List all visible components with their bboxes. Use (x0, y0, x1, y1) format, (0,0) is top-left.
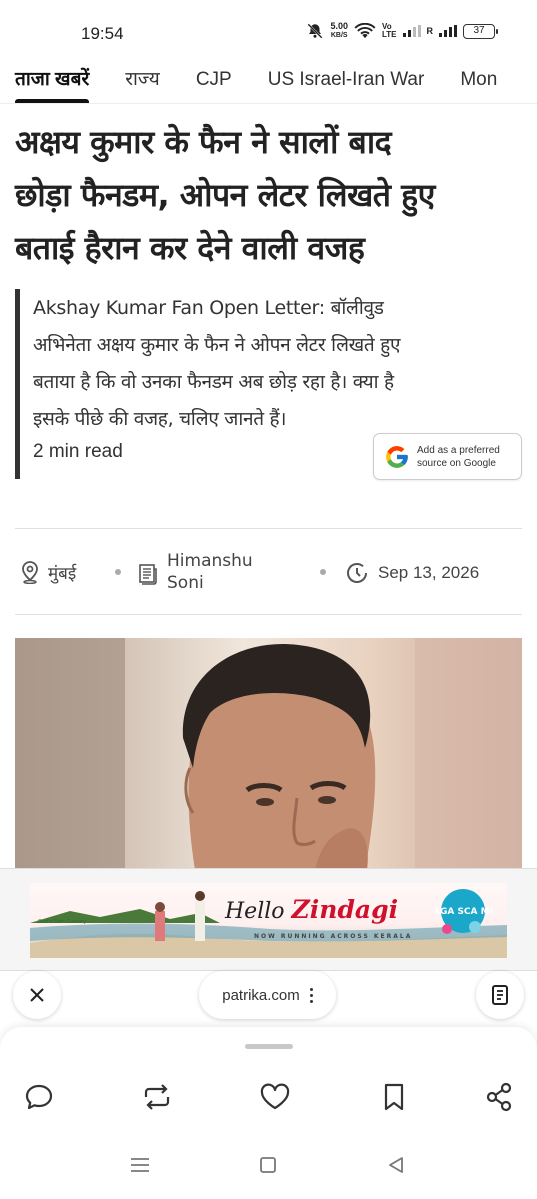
tab-rajya[interactable]: राज्य (125, 62, 160, 103)
recent-apps-button[interactable] (128, 1153, 152, 1177)
ad-badge-text: DAGA SCA MIN (435, 907, 493, 917)
tab-label: राज्य (125, 68, 160, 90)
ad-hello: Hello (225, 899, 292, 924)
tab-mon[interactable]: Mon (460, 62, 498, 103)
google-button-text: Add as a preferred source on Google (417, 444, 500, 470)
meta-location: मुंबई (20, 560, 76, 584)
repost-button[interactable] (139, 1079, 175, 1115)
bottom-action-sheet (0, 1027, 537, 1199)
net-speed-unit: KB/S (330, 32, 348, 39)
author-name: Himanshu Soni (167, 550, 253, 594)
tab-taza-khabren[interactable]: ताजा खबरें (15, 62, 90, 103)
divider (15, 614, 522, 615)
repost-icon (144, 1084, 170, 1110)
tab-label: US Israel-Iran War (267, 68, 425, 90)
google-button-line: Add as a preferred (417, 444, 500, 456)
article-meta: मुंबई Himanshu Soni Sep 13, 2026 (15, 548, 522, 598)
battery-icon: 37 (463, 23, 498, 39)
summary-line: Akshay Kumar Fan Open Letter: बॉलीवुड (33, 297, 384, 319)
actor-portrait-image (15, 638, 522, 870)
volte-indicator: Vo LTE (382, 23, 397, 39)
network-speed: 5.00 KB/S (330, 22, 348, 40)
advertisement-strip: God's Own Country Hello Zindagi NOW RUNN… (0, 868, 537, 971)
meta-separator-dot (320, 569, 326, 575)
newspaper-icon (139, 564, 157, 585)
category-nav: ताजा खबरें राज्य CJP US Israel-Iran War … (0, 62, 537, 104)
summary-text: Akshay Kumar Fan Open Letter: बॉलीवुड अभ… (33, 289, 522, 438)
signal-bars-2-icon (439, 25, 457, 37)
article-summary: Akshay Kumar Fan Open Letter: बॉलीवुड अभ… (15, 289, 522, 480)
volte-bottom: LTE (381, 30, 397, 39)
meta-author[interactable]: Himanshu Soni (137, 550, 253, 594)
headline-line: अक्षय कुमार के फैन ने सालों बाद (15, 123, 392, 161)
tab-label: Mon (460, 68, 498, 90)
kerala-tourism-ad[interactable]: God's Own Country Hello Zindagi NOW RUNN… (30, 883, 507, 958)
status-time: 19:54 (81, 24, 124, 43)
article-headline: अक्षय कुमार के फैन ने सालों बाद छोड़ा फै… (15, 116, 520, 275)
back-triangle-icon (389, 1157, 403, 1173)
roaming-indicator: R (426, 26, 434, 36)
google-button-line: source on Google (417, 457, 496, 469)
close-icon (30, 988, 44, 1002)
summary-line: बताया है कि वो उनका फैनडम अब छोड़ रहा है… (33, 371, 394, 393)
ad-subtitle: NOW RUNNING ACROSS KERALA (254, 933, 413, 940)
summary-line: अभिनेता अक्षय कुमार के फैन ने ओपन लेटर ल… (33, 334, 401, 356)
sheet-drag-handle[interactable] (245, 1044, 293, 1049)
read-time: 2 min read (33, 441, 123, 462)
tab-label: CJP (195, 68, 232, 90)
comment-icon (25, 1084, 53, 1110)
tab-label: ताजा खबरें (15, 68, 90, 90)
bookmark-button[interactable] (376, 1079, 412, 1115)
back-button[interactable] (384, 1153, 408, 1177)
headline-line: बताई हैरान कर देने वाली वजह (15, 229, 365, 267)
bookmark-icon (384, 1083, 404, 1111)
headline-line: छोड़ा फैनडम, ओपन लेटर लिखते हुए (15, 176, 435, 214)
ad-title-main: Zindagi (291, 895, 399, 924)
meta-date: Sep 13, 2026 (344, 560, 479, 586)
url-pill[interactable]: patrika.com (199, 971, 336, 1019)
home-square-icon (260, 1157, 276, 1173)
heart-icon (260, 1083, 290, 1110)
status-icons: 5.00 KB/S Vo LTE R 37 (306, 22, 498, 40)
meta-separator-dot (115, 569, 121, 575)
like-button[interactable] (257, 1079, 293, 1115)
net-speed-value: 5.00 (330, 21, 348, 31)
battery-level: 37 (473, 24, 485, 36)
ad-title: Hello Zindagi (225, 895, 398, 924)
clock-icon (347, 563, 367, 583)
comment-button[interactable] (21, 1079, 57, 1115)
browser-bar: patrika.com (0, 971, 537, 1019)
share-icon (486, 1082, 512, 1112)
signal-bars-1-icon (402, 25, 421, 37)
divider (15, 528, 522, 529)
tab-cjp[interactable]: CJP (195, 62, 232, 103)
close-button[interactable] (13, 971, 61, 1019)
author-last: Soni (167, 573, 204, 593)
reader-mode-icon (492, 985, 508, 1005)
tab-us-israel-iran-war[interactable]: US Israel-Iran War (267, 62, 425, 103)
home-button[interactable] (256, 1153, 280, 1177)
location-text: मुंबई (48, 563, 77, 584)
bell-muted-icon (307, 23, 323, 39)
ad-logo-caption: God's Own Country (38, 919, 87, 925)
google-g-icon (386, 445, 408, 468)
article-hero-image[interactable] (15, 638, 522, 870)
more-options-icon[interactable] (309, 987, 313, 1003)
reader-mode-button[interactable] (476, 971, 524, 1019)
author-first: Himanshu (167, 551, 253, 571)
location-pin-icon (22, 561, 38, 584)
share-button[interactable] (481, 1079, 517, 1115)
url-text: patrika.com (222, 986, 300, 1004)
date-text: Sep 13, 2026 (378, 563, 480, 582)
menu-lines-icon (131, 1158, 149, 1172)
ad-badge-graphic: DAGA SCA MIN (435, 889, 493, 934)
status-bar: 19:54 5.00 KB/S Vo LTE R 37 (0, 0, 537, 62)
wifi-icon (354, 23, 376, 39)
google-preferred-source-button[interactable]: Add as a preferred source on Google (373, 433, 522, 480)
